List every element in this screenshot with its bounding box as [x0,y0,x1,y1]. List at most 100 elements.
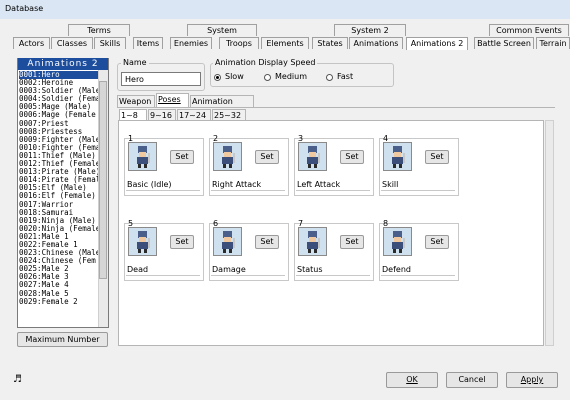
speed-fast-radio[interactable] [326,74,333,81]
list-item[interactable]: 0007:Priest [19,120,101,128]
set-button[interactable]: Set [170,150,194,164]
maximum-number-button[interactable]: Maximum Number [17,332,108,347]
pose-card: 7 Set Status [294,219,374,283]
speed-slow-label: Slow [225,72,244,81]
character-sprite-icon [383,227,412,256]
list-item[interactable]: 0012:Thief (Female [19,160,101,168]
set-button[interactable]: Set [255,150,279,164]
list-item[interactable]: 0028:Male 5 [19,290,101,298]
tab-weapon[interactable]: Weapon [117,95,155,107]
tab-animation-type[interactable]: Animation Type [190,95,254,118]
name-input[interactable]: Hero [121,72,201,86]
list-item[interactable]: 0026:Male 3 [19,273,101,281]
cancel-button[interactable]: Cancel [446,372,498,388]
tab-skills[interactable]: Skills [94,37,126,49]
set-button[interactable]: Set [170,235,194,249]
set-button[interactable]: Set [340,235,364,249]
tab-system[interactable]: System [187,24,257,36]
tab-terrain[interactable]: Terrain [536,37,570,49]
pose-name: Right Attack [211,179,285,191]
music-icon[interactable]: ♬ [13,374,22,385]
character-sprite-icon [213,227,242,256]
list-item[interactable]: 0027:Male 4 [19,281,101,289]
list-item[interactable]: 0008:Priestess [19,128,101,136]
list-item[interactable]: 0029:Female 2 [19,298,101,306]
list-item[interactable]: 0024:Chinese (Fem [19,257,101,265]
character-sprite-icon [128,227,157,256]
character-sprite-icon [213,142,242,171]
pose-name: Skill [381,179,455,191]
list-item[interactable]: 0019:Ninja (Male) [19,217,101,225]
set-button[interactable]: Set [340,150,364,164]
ok-button[interactable]: OK [386,372,438,388]
pose-name: Status [296,264,370,276]
pose-card: 6 Set Damage [209,219,289,283]
set-button[interactable]: Set [255,235,279,249]
tab-terms[interactable]: Terms [68,24,130,36]
window-title: Database [5,4,44,13]
list-item[interactable]: 0014:Pirate (Femal [19,176,101,184]
pose-card: 4 Set Skill [379,134,459,198]
pose-card: 1 Set Basic (Idle) [124,134,204,198]
tab-battle-screen[interactable]: Battle Screen [474,37,534,49]
list-item[interactable]: 0022:Female 1 [19,241,101,249]
list-item[interactable]: 0015:Elf (Male) [19,184,101,192]
list-item[interactable]: 0006:Mage (Female [19,111,101,119]
pose-card: 3 Set Left Attack [294,134,374,198]
list-item[interactable]: 0005:Mage (Male) [19,103,101,111]
character-sprite-icon [298,142,327,171]
list-item[interactable]: 0010:Fighter (Fema [19,144,101,152]
speed-slow-radio[interactable] [214,74,221,81]
pose-card: 5 Set Dead [124,219,204,283]
pose-card: 2 Set Right Attack [209,134,289,198]
animation-list: 0001:Hero 0002:Heroine 0003:Soldier (Male)… [19,71,101,306]
list-item[interactable]: 0009:Fighter (Male) [19,136,101,144]
list-item[interactable]: 0002:Heroine [19,79,101,87]
title-bar: Database [0,0,570,20]
tab-system-2[interactable]: System 2 [334,24,406,36]
speed-legend: Animation Display Speed [213,58,318,67]
tab-animations-2[interactable]: Animations 2 [406,37,468,50]
list-item[interactable]: 0011:Thief (Male) [19,152,101,160]
list-header: Animations 2 [18,58,108,70]
tab-actors[interactable]: Actors [13,37,50,49]
list-item[interactable]: 0018:Samurai [19,209,101,217]
pose-name: Dead [126,264,200,276]
pose-name: Damage [211,264,285,276]
list-item[interactable]: 0013:Pirate (Male) [19,168,101,176]
name-legend: Name [121,58,149,67]
pose-name: Left Attack [296,179,370,191]
list-item[interactable]: 0004:Soldier (Fema [19,95,101,103]
tab-common-events[interactable]: Common Events [489,24,569,36]
set-button[interactable]: Set [425,150,449,164]
list-item[interactable]: 0001:Hero [19,71,101,80]
list-item[interactable]: 0017:Warrior [19,201,101,209]
list-item[interactable]: 0023:Chinese (Male [19,249,101,257]
tab-animations[interactable]: Animations [349,37,403,49]
tab-enemies[interactable]: Enemies [170,37,212,49]
speed-medium-label: Medium [275,72,307,81]
list-item[interactable]: 0021:Male 1 [19,233,101,241]
pose-name: Basic (Idle) [126,179,200,191]
character-sprite-icon [128,142,157,171]
tab-elements[interactable]: Elements [261,37,309,49]
speed-medium-radio[interactable] [264,74,271,81]
list-item[interactable]: 0025:Male 2 [19,265,101,273]
tab-states[interactable]: States [312,37,348,49]
pose-card: 8 Set Defend [379,219,459,283]
speed-fast-label: Fast [337,72,354,81]
list-item[interactable]: 0016:Elf (Female) [19,192,101,200]
apply-button[interactable]: Apply [506,372,558,388]
list-scroll-thumb[interactable] [99,81,107,279]
tab-poses[interactable]: Poses [156,93,189,107]
list-item[interactable]: 0003:Soldier (Male) [19,87,101,95]
tab-classes[interactable]: Classes [51,37,93,49]
character-sprite-icon [383,142,412,171]
tab-items[interactable]: Items [133,37,163,49]
character-sprite-icon [298,227,327,256]
tab-troops[interactable]: Troops [219,37,259,49]
list-item[interactable]: 0020:Ninja (Female [19,225,101,233]
mode-tab-divider [117,107,555,108]
poses-scrollbar[interactable] [545,120,554,346]
set-button[interactable]: Set [425,235,449,249]
